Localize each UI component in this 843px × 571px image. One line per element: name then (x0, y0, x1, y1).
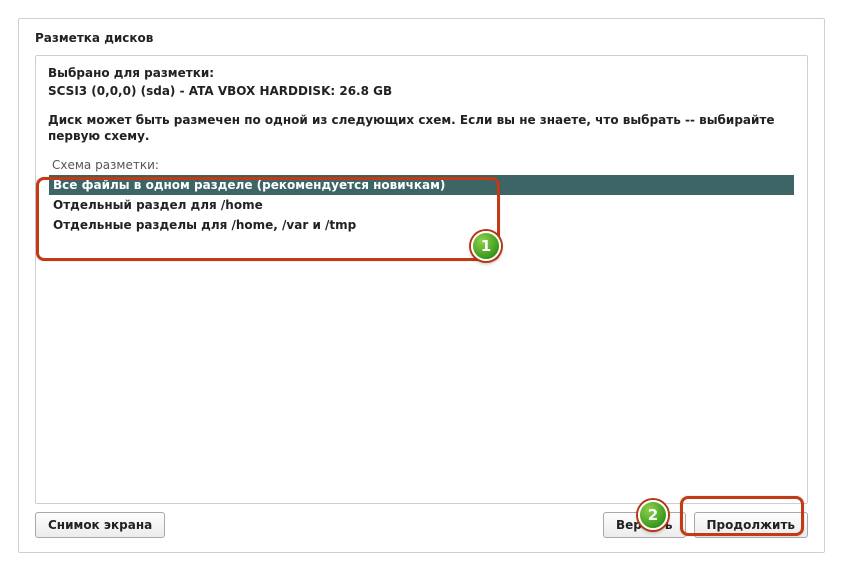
selected-for-partitioning-label: Выбрано для разметки: (48, 66, 795, 80)
button-row: Снимок экрана Вернуть Продолжить (35, 512, 808, 538)
partition-scheme-list[interactable]: Все файлы в одном разделе (рекомендуется… (48, 174, 795, 495)
scheme-option-all-in-one[interactable]: Все файлы в одном разделе (рекомендуется… (49, 175, 794, 195)
installer-window: Разметка дисков Выбрано для разметки: SC… (18, 18, 825, 553)
scheme-option-separate-home[interactable]: Отдельный раздел для /home (49, 195, 794, 215)
continue-button[interactable]: Продолжить (694, 512, 809, 538)
content-panel: Выбрано для разметки: SCSI3 (0,0,0) (sda… (35, 55, 808, 504)
screenshot-button[interactable]: Снимок экрана (35, 512, 165, 538)
scheme-caption: Схема разметки: (52, 158, 795, 172)
partition-hint-text: Диск может быть размечен по одной из сле… (48, 112, 795, 144)
scheme-list-wrap: Все файлы в одном разделе (рекомендуется… (48, 174, 795, 495)
page-title: Разметка дисков (35, 31, 808, 45)
scheme-option-separate-home-var-tmp[interactable]: Отдельные разделы для /home, /var и /tmp (49, 215, 794, 235)
back-button[interactable]: Вернуть (603, 512, 686, 538)
selected-disk-line: SCSI3 (0,0,0) (sda) - ATA VBOX HARDDISK:… (48, 84, 795, 98)
